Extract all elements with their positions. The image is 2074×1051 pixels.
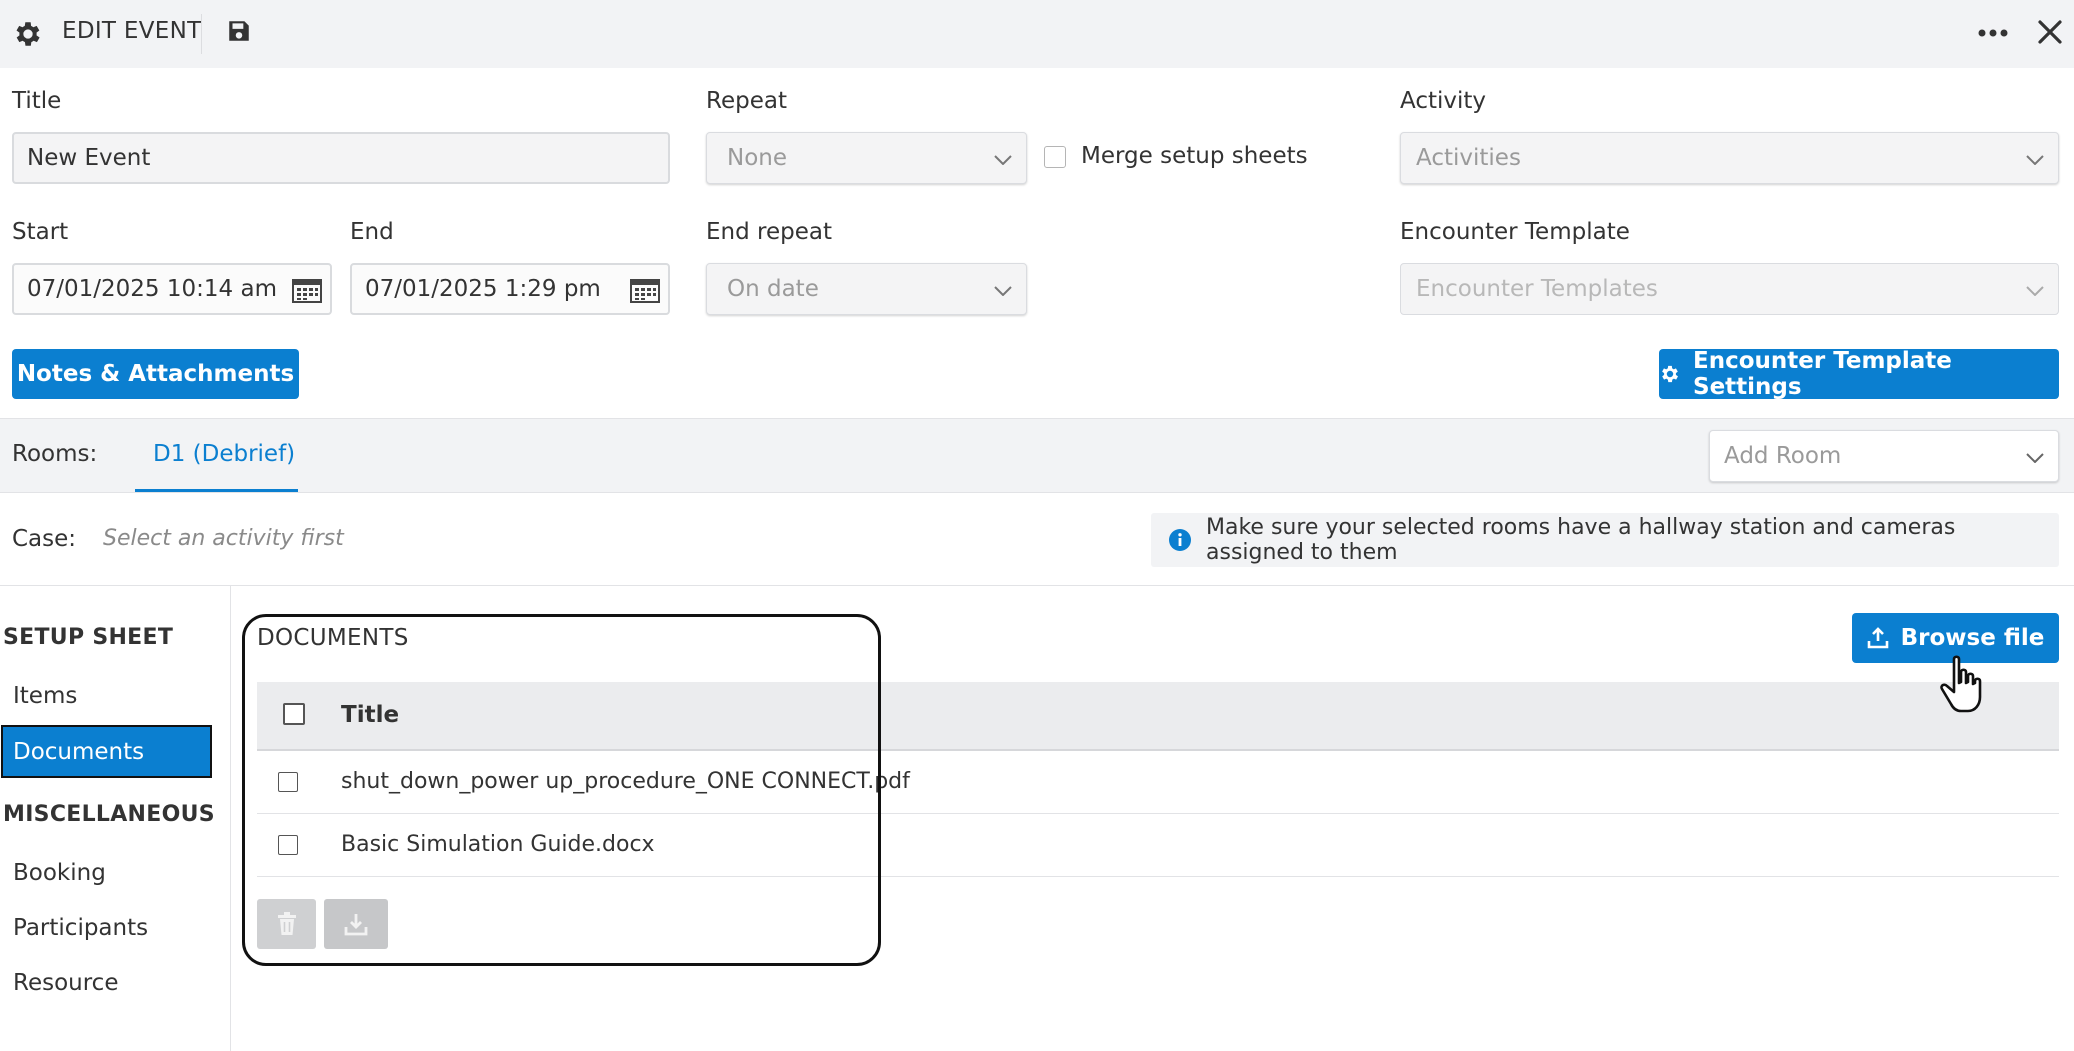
highlight-annotation [242, 614, 881, 966]
info-text: Make sure your selected rooms have a hal… [1206, 515, 1956, 565]
repeat-label: Repeat [706, 88, 787, 114]
sidebar-item-items[interactable]: Items [13, 683, 77, 709]
calendar-icon[interactable] [630, 277, 660, 309]
add-room-placeholder: Add Room [1724, 443, 1842, 469]
activity-select-placeholder: Activities [1416, 145, 1521, 171]
more-icon[interactable] [1976, 18, 2010, 48]
info-icon [1168, 528, 1192, 552]
end-date-input[interactable]: 07/01/2025 1:29 pm [350, 263, 670, 315]
case-placeholder: Select an activity first [103, 526, 344, 551]
start-date-value: 07/01/2025 10:14 am [27, 276, 277, 302]
tab-room-d1[interactable]: D1 (Debrief) [153, 441, 295, 467]
save-icon[interactable] [224, 16, 254, 46]
encounter-template-settings-label: Encounter Template Settings [1693, 348, 1952, 400]
page-title: EDIT EVENT [62, 18, 202, 44]
end-repeat-select[interactable]: On date [706, 263, 1027, 315]
sidebar-divider [230, 586, 231, 1051]
gear-icon [1659, 363, 1681, 385]
sidebar-item-participants[interactable]: Participants [13, 915, 148, 941]
chevron-down-icon [994, 145, 1012, 171]
end-repeat-value: On date [727, 276, 819, 302]
title-input[interactable]: New Event [12, 132, 670, 184]
calendar-icon[interactable] [292, 277, 322, 309]
activity-label: Activity [1400, 88, 1487, 114]
chevron-down-icon [2026, 145, 2044, 171]
gear-icon[interactable] [12, 18, 44, 50]
repeat-select[interactable]: None [706, 132, 1027, 184]
setup-sheet-heading: SETUP SHEET [3, 625, 174, 650]
notes-attachments-button[interactable]: Notes & Attachments [12, 349, 299, 399]
sidebar-item-booking[interactable]: Booking [13, 860, 106, 886]
merge-setup-sheets-label: Merge setup sheets [1081, 143, 1308, 169]
case-label: Case: [12, 526, 77, 552]
start-label: Start [12, 219, 69, 245]
top-bar: EDIT EVENT [0, 0, 2074, 68]
miscellaneous-heading: MISCELLANEOUS [3, 802, 215, 827]
hand-cursor-icon [1937, 655, 1987, 721]
info-box: Make sure your selected rooms have a hal… [1151, 513, 2059, 567]
sidebar-item-documents[interactable]: Documents [1, 725, 212, 778]
notes-attachments-label: Notes & Attachments [16, 361, 295, 387]
repeat-select-value: None [727, 145, 788, 171]
encounter-template-placeholder: Encounter Templates [1416, 276, 1658, 302]
header-divider [201, 14, 202, 54]
divider [0, 585, 2074, 586]
chevron-down-icon [2026, 443, 2044, 469]
sidebar-item-resource[interactable]: Resource [13, 970, 118, 996]
start-date-input[interactable]: 07/01/2025 10:14 am [12, 263, 332, 315]
title-label: Title [12, 88, 62, 114]
add-room-select[interactable]: Add Room [1709, 430, 2059, 482]
activity-select[interactable]: Activities [1400, 132, 2059, 184]
end-repeat-label: End repeat [706, 219, 832, 245]
encounter-template-settings-button[interactable]: Encounter Template Settings [1659, 348, 2059, 400]
end-label: End [350, 219, 394, 245]
rooms-label: Rooms: [12, 441, 98, 467]
close-icon[interactable] [2034, 16, 2066, 48]
tab-active-indicator [135, 489, 298, 492]
chevron-down-icon [2026, 276, 2044, 302]
encounter-template-label: Encounter Template [1400, 219, 1630, 245]
sidebar-item-documents-label: Documents [13, 738, 145, 765]
upload-icon [1867, 627, 1889, 649]
encounter-template-select[interactable]: Encounter Templates [1400, 263, 2059, 315]
end-date-value: 07/01/2025 1:29 pm [365, 276, 601, 302]
merge-setup-sheets-checkbox[interactable] [1044, 146, 1066, 168]
browse-file-label: Browse file [1900, 625, 2045, 651]
chevron-down-icon [994, 276, 1012, 302]
title-input-value: New Event [27, 145, 151, 171]
